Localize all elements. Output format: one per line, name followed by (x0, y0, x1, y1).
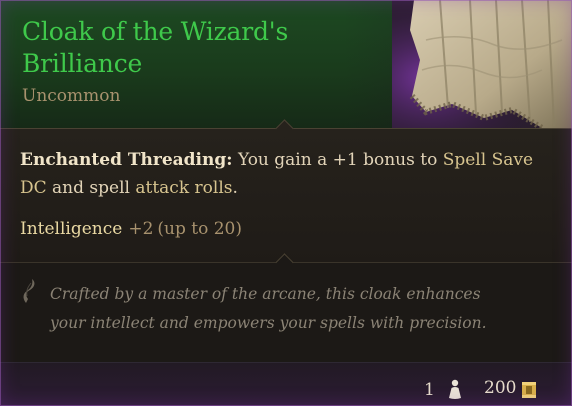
enchantment-name: Enchanted Threading: (20, 150, 233, 170)
gold-coin-icon (522, 382, 536, 398)
cloak-item-image (392, 0, 572, 130)
enchantment-description: Enchanted Threading: You gain a +1 bonus… (20, 150, 534, 198)
item-tooltip: Cloak of the Wizard's Brilliance Uncommo… (0, 0, 572, 406)
attack-rolls-keyword[interactable]: attack rolls (135, 178, 232, 198)
stat-bonus-value: +2 (128, 219, 154, 239)
item-value: 200 (484, 378, 517, 398)
item-weight: 1 (424, 380, 435, 400)
flavour-text: Crafted by a master of the arcane, this … (50, 285, 487, 332)
stat-name[interactable]: Intelligence (20, 219, 122, 239)
quill-icon (23, 279, 35, 303)
item-name: Cloak of the Wizard's Brilliance (22, 17, 289, 78)
stat-bonus-line: Intelligence +2 (up to 20) (20, 215, 242, 243)
item-rarity: Uncommon (22, 86, 121, 106)
weight-icon (449, 379, 461, 399)
stat-bonus-cap: (up to 20) (157, 219, 243, 239)
